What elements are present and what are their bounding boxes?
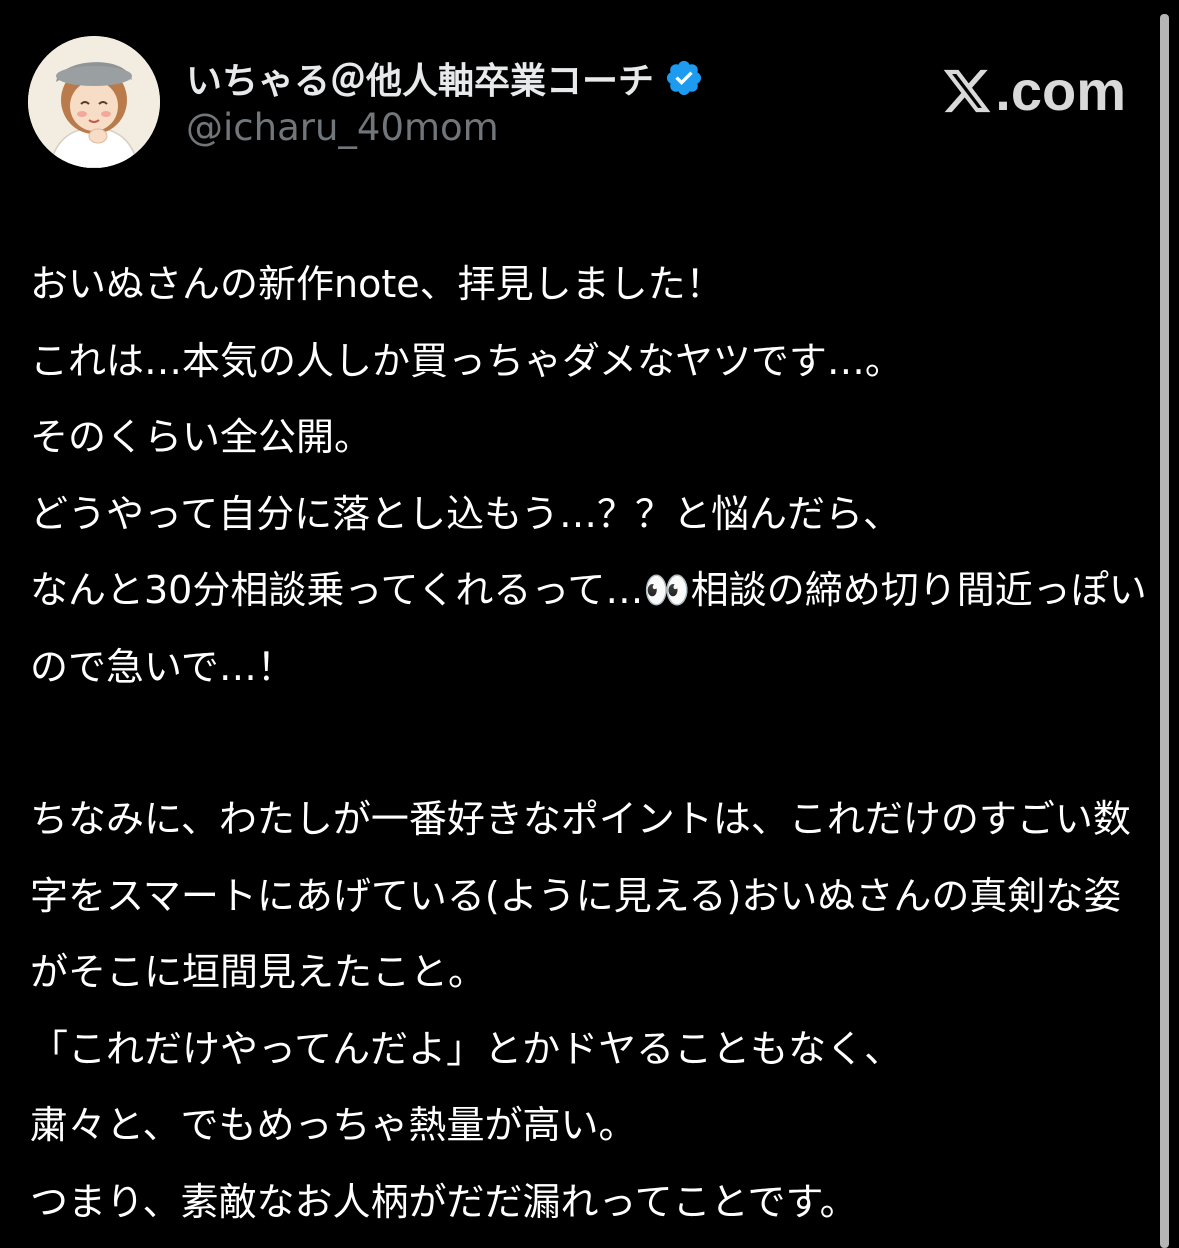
avatar-illustration	[28, 36, 160, 168]
user-handle[interactable]: @icharu_40mom	[186, 106, 946, 149]
brand-domain: .com	[995, 59, 1126, 122]
x-logo-icon	[941, 65, 993, 117]
avatar[interactable]	[28, 36, 160, 168]
tweet-paragraph-2: ちなみに、わたしが一番好きなポイントは、これだけのすごい数字をスマートにあげてい…	[30, 797, 1131, 1224]
verified-badge-icon	[664, 58, 704, 98]
name-row: いちゃる＠他人軸卒業コーチ	[186, 52, 946, 104]
tweet-body: おいぬさんの新作note、拝見しました！ これは…本気の人しか買っちゃダメなヤツ…	[30, 246, 1155, 1240]
display-name[interactable]: いちゃる＠他人軸卒業コーチ	[186, 52, 654, 104]
tweet-header: いちゃる＠他人軸卒業コーチ @icharu_40mom .com	[28, 36, 1148, 176]
scrollbar[interactable]	[1160, 14, 1169, 1248]
tweet-paragraph-1: おいぬさんの新作note、拝見しました！ これは…本気の人しか買っちゃダメなヤツ…	[30, 262, 1147, 689]
author-info: いちゃる＠他人軸卒業コーチ @icharu_40mom	[186, 52, 946, 149]
tweet-screenshot: { "author": { "display_name": "いちゃる＠他人軸卒…	[0, 0, 1179, 1248]
brand-watermark: .com	[941, 58, 1126, 123]
